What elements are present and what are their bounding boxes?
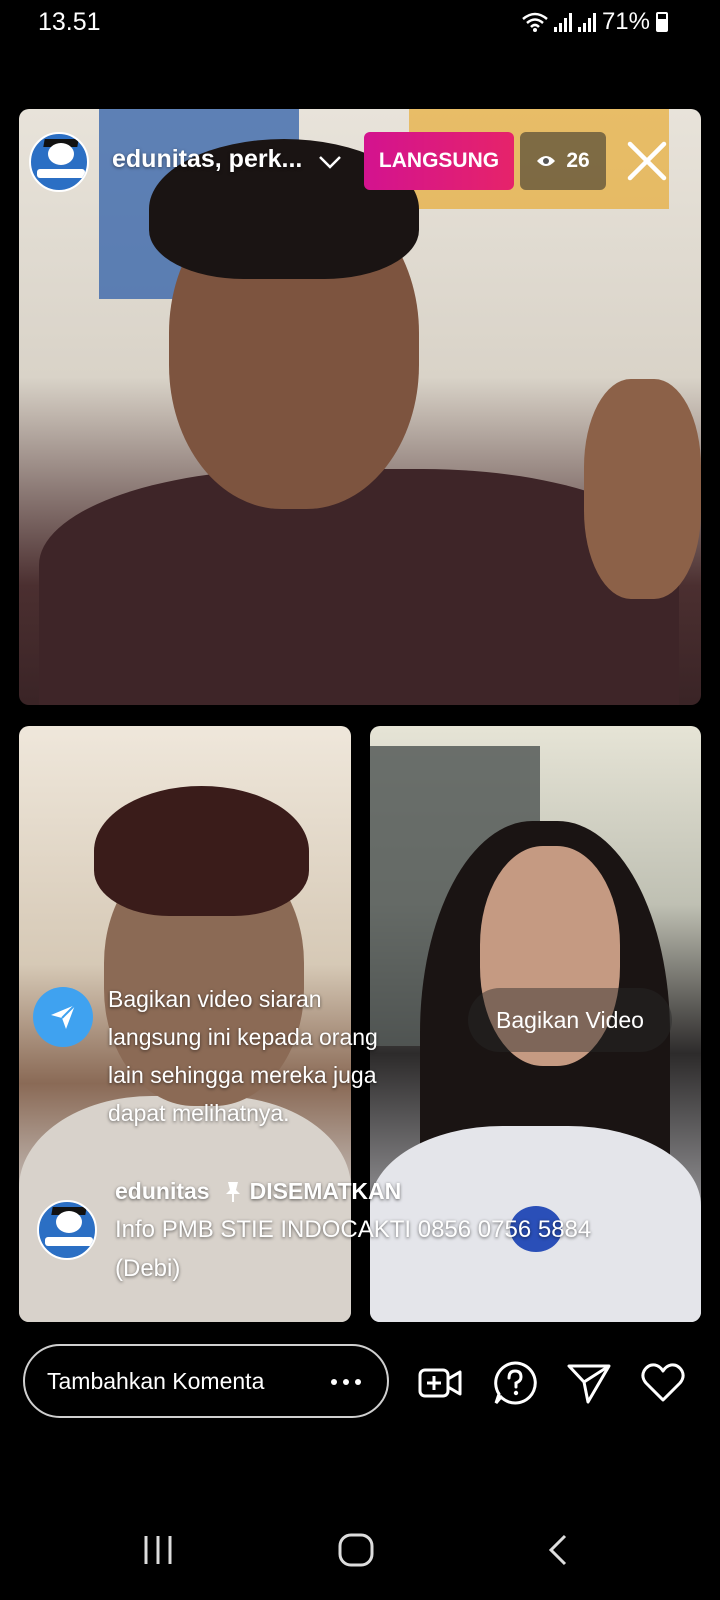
send-icon[interactable] (566, 1360, 612, 1406)
comment-placeholder: Tambahkan Komenta (47, 1368, 265, 1394)
home-icon[interactable] (336, 1530, 376, 1570)
live-badge: LANGSUNG (364, 132, 514, 190)
battery-icon (656, 12, 668, 32)
status-icons: 71% (522, 8, 668, 36)
host-shirt (39, 469, 679, 705)
back-icon[interactable] (543, 1530, 573, 1570)
host-name[interactable]: edunitas, perk... (112, 145, 302, 174)
chevron-down-icon[interactable] (318, 150, 342, 174)
wifi-icon (522, 12, 548, 32)
heart-icon[interactable] (640, 1360, 686, 1406)
share-prompt-icon (33, 987, 93, 1047)
more-options-icon[interactable] (331, 1379, 361, 1385)
viewer-count: 26 (566, 149, 590, 172)
pinned-comment-username[interactable]: edunitas (115, 1178, 210, 1205)
question-icon[interactable] (492, 1360, 538, 1406)
host-hand (584, 379, 701, 599)
send-icon (51, 1004, 76, 1029)
signal-icon-2 (577, 12, 596, 32)
pinned-comment-text: Info PMB STIE INDOCAKTI 0856 0756 5884 (… (115, 1216, 592, 1282)
close-icon[interactable] (624, 138, 670, 184)
pinned-comment-header: edunitas DISEMATKAN (115, 1178, 401, 1205)
host-avatar[interactable] (29, 132, 89, 192)
status-bar: 13.51 71% (0, 0, 720, 46)
recent-apps-icon[interactable] (140, 1530, 176, 1570)
guest1-hair (94, 786, 309, 916)
signal-icon (553, 12, 572, 32)
pinned-comment-avatar[interactable] (37, 1200, 97, 1260)
add-video-icon[interactable] (417, 1360, 463, 1406)
share-prompt-text: Bagikan video siaran langsung ini kepada… (108, 986, 378, 1126)
viewer-count-badge[interactable]: 26 (520, 132, 606, 190)
comment-input[interactable]: Tambahkan Komenta (23, 1344, 389, 1418)
host-video[interactable] (19, 109, 701, 705)
pinned-label: DISEMATKAN (249, 1178, 402, 1204)
pin-icon (225, 1181, 240, 1202)
share-video-button[interactable]: Bagikan Video (468, 988, 672, 1052)
battery-percent: 71% (601, 8, 650, 35)
status-time: 13.51 (38, 8, 101, 36)
eye-icon (537, 156, 556, 166)
